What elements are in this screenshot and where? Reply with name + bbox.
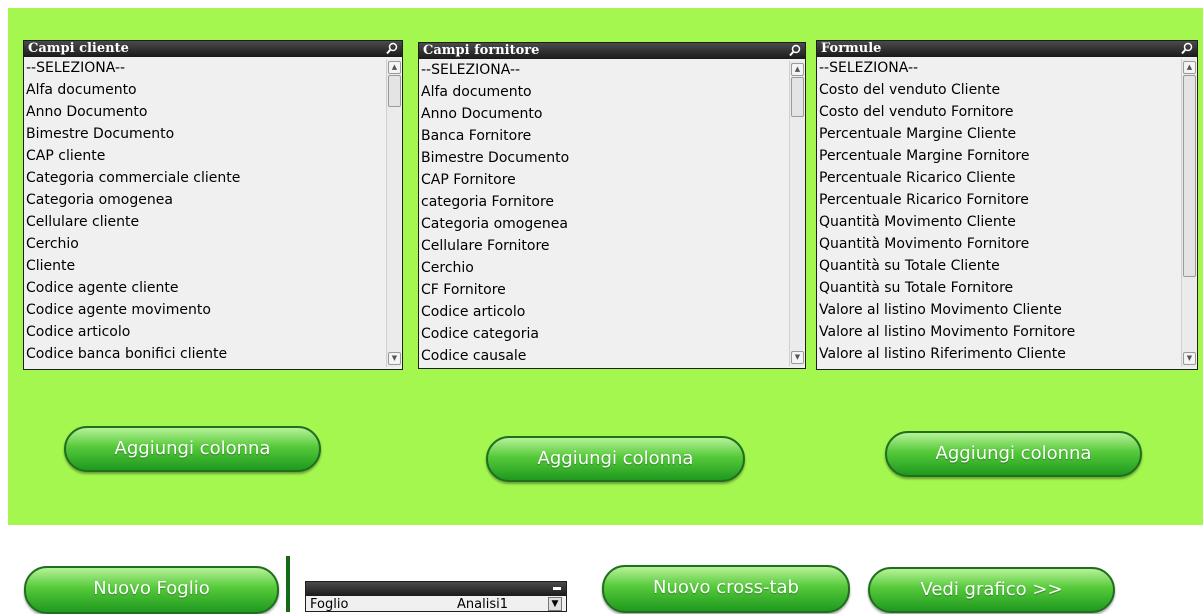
add-column-button-formulas[interactable]: Aggiungi colonna — [885, 431, 1142, 477]
formulas-items: --SELEZIONA-- Costo del venduto Cliente … — [817, 58, 1181, 369]
new-sheet-button[interactable]: Nuovo Foglio — [24, 566, 279, 614]
add-column-button-client[interactable]: Aggiungi colonna — [64, 426, 321, 472]
view-chart-label: Vedi grafico >> — [920, 579, 1063, 600]
list-item[interactable]: CF Fornitore — [419, 280, 789, 302]
sheet-selector-header — [306, 582, 566, 596]
list-item[interactable]: Anno Documento — [419, 104, 789, 126]
scroll-thumb[interactable] — [791, 77, 804, 117]
supplier-fields-listbox[interactable]: Campi fornitore --SELEZIONA-- Alfa docum… — [418, 42, 806, 369]
scroll-up-icon[interactable]: ▲ — [1183, 61, 1196, 74]
list-item[interactable]: Cerchio — [419, 258, 789, 280]
list-item[interactable]: Costo del venduto Cliente — [817, 80, 1181, 102]
list-item[interactable]: Codice articolo — [419, 302, 789, 324]
new-crosstab-button[interactable]: Nuovo cross-tab — [602, 565, 850, 613]
list-item[interactable]: Cliente — [24, 256, 386, 278]
list-item[interactable]: Cerchio — [24, 234, 386, 256]
add-column-button-supplier[interactable]: Aggiungi colonna — [486, 436, 745, 482]
list-item[interactable]: Valore al listino Movimento Cliente — [817, 300, 1181, 322]
scroll-down-icon[interactable]: ▼ — [791, 351, 804, 364]
list-item[interactable]: --SELEZIONA-- — [817, 58, 1181, 80]
minimize-icon[interactable] — [553, 587, 561, 590]
supplier-fields-scrollbar[interactable]: ▲ ▼ — [789, 61, 804, 366]
search-icon[interactable] — [1181, 42, 1193, 55]
list-item[interactable]: Quantità su Totale Fornitore — [817, 278, 1181, 300]
list-item[interactable]: Codice articolo — [24, 322, 386, 344]
formulas-scrollbar[interactable]: ▲ ▼ — [1181, 59, 1196, 367]
list-item[interactable]: Alfa documento — [419, 82, 789, 104]
list-item[interactable]: Codice banca bonifici cliente — [24, 344, 386, 366]
client-fields-listbox[interactable]: Campi cliente --SELEZIONA-- Alfa documen… — [23, 40, 403, 370]
add-column-label: Aggiungi colonna — [537, 448, 694, 469]
list-item[interactable]: Valore al listino Movimento Fornitore — [817, 322, 1181, 344]
supplier-fields-title: Campi fornitore — [423, 43, 540, 58]
scroll-up-icon[interactable]: ▲ — [791, 63, 804, 76]
sheet-value[interactable]: Analisi1 — [457, 597, 508, 611]
client-fields-title: Campi cliente — [28, 41, 129, 56]
list-item[interactable]: Codice agente cliente — [24, 278, 386, 300]
scroll-down-icon[interactable]: ▼ — [388, 352, 401, 365]
supplier-fields-items: --SELEZIONA-- Alfa documento Anno Docume… — [419, 60, 789, 368]
list-item[interactable]: Categoria omogenea — [419, 214, 789, 236]
list-item[interactable]: Bimestre Documento — [419, 148, 789, 170]
new-sheet-label: Nuovo Foglio — [93, 578, 210, 599]
divider — [286, 556, 290, 612]
list-item[interactable]: Quantità Movimento Cliente — [817, 212, 1181, 234]
formulas-header: Formule — [817, 41, 1197, 57]
client-fields-items: --SELEZIONA-- Alfa documento Anno Docume… — [24, 58, 386, 369]
list-item[interactable]: Bimestre Documento — [24, 124, 386, 146]
list-item[interactable]: Codice agente movimento — [24, 300, 386, 322]
list-item[interactable]: Codice categoria — [419, 324, 789, 346]
list-item[interactable]: Alfa documento — [24, 80, 386, 102]
list-item[interactable]: Anno Documento — [24, 102, 386, 124]
client-fields-scrollbar[interactable]: ▲ ▼ — [386, 59, 401, 367]
scroll-thumb[interactable] — [388, 75, 401, 107]
scroll-up-icon[interactable]: ▲ — [388, 61, 401, 74]
add-column-label: Aggiungi colonna — [935, 443, 1092, 464]
search-icon[interactable] — [386, 42, 398, 55]
list-item[interactable]: CAP cliente — [24, 146, 386, 168]
sheet-label: Foglio — [310, 597, 349, 612]
list-item[interactable]: Categoria omogenea — [24, 190, 386, 212]
list-item[interactable]: Cellulare Fornitore — [419, 236, 789, 258]
client-fields-header: Campi cliente — [24, 41, 402, 57]
add-column-label: Aggiungi colonna — [114, 438, 271, 459]
list-item[interactable]: Percentuale Ricarico Cliente — [817, 168, 1181, 190]
dropdown-arrow-icon[interactable]: ▼ — [548, 597, 562, 611]
list-item[interactable]: CAP Fornitore — [419, 170, 789, 192]
list-item[interactable]: Quantità Movimento Fornitore — [817, 234, 1181, 256]
list-item[interactable]: --SELEZIONA-- — [24, 58, 386, 80]
list-item[interactable]: Percentuale Margine Cliente — [817, 124, 1181, 146]
view-chart-button[interactable]: Vedi grafico >> — [868, 567, 1115, 613]
list-item[interactable]: --SELEZIONA-- — [419, 60, 789, 82]
list-item[interactable]: Percentuale Margine Fornitore — [817, 146, 1181, 168]
sheet-selector[interactable]: Foglio Analisi1 ▼ — [305, 581, 567, 612]
list-item[interactable]: Categoria commerciale cliente — [24, 168, 386, 190]
new-crosstab-label: Nuovo cross-tab — [653, 577, 799, 598]
list-item[interactable]: Banca Fornitore — [419, 126, 789, 148]
list-item[interactable]: Codice causale — [419, 346, 789, 368]
list-item[interactable]: Quantità su Totale Cliente — [817, 256, 1181, 278]
scroll-thumb[interactable] — [1183, 75, 1196, 277]
list-item[interactable]: Valore al listino Riferimento Cliente — [817, 344, 1181, 366]
list-item[interactable]: Costo del venduto Fornitore — [817, 102, 1181, 124]
formulas-listbox[interactable]: Formule --SELEZIONA-- Costo del venduto … — [816, 40, 1198, 370]
list-item[interactable]: Cellulare cliente — [24, 212, 386, 234]
scroll-down-icon[interactable]: ▼ — [1183, 352, 1196, 365]
list-item[interactable]: categoria Fornitore — [419, 192, 789, 214]
list-item[interactable]: Percentuale Ricarico Fornitore — [817, 190, 1181, 212]
search-icon[interactable] — [789, 44, 801, 57]
formulas-title: Formule — [821, 41, 882, 56]
supplier-fields-header: Campi fornitore — [419, 43, 805, 59]
